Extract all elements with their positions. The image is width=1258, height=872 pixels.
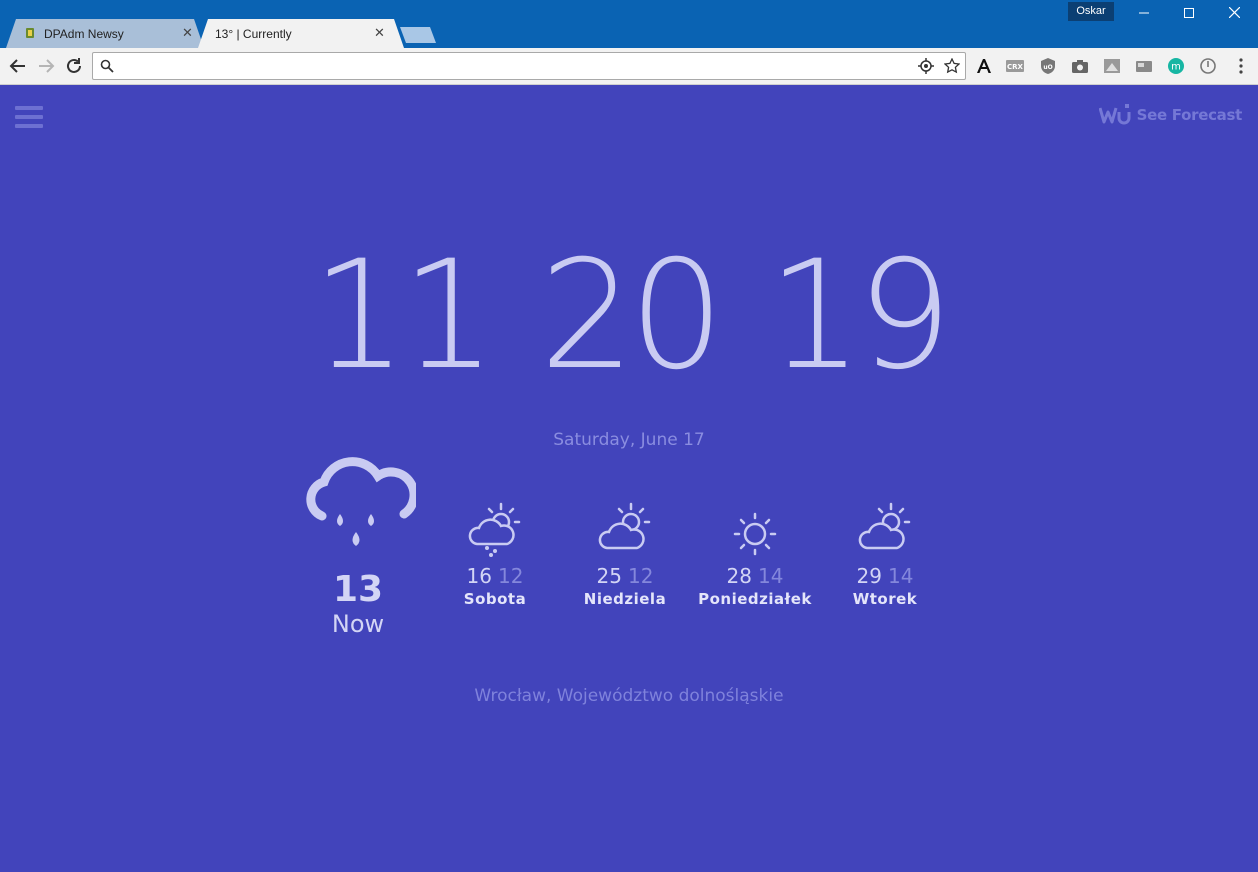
tab-currently[interactable]: 13° | Currently ✕ [198, 19, 404, 48]
forecast-day: 16 12 Sobota [430, 498, 560, 608]
forecast-high: 29 [856, 564, 882, 588]
profile-button[interactable]: Oskar [1068, 2, 1114, 21]
tab-close-icon[interactable]: ✕ [374, 25, 385, 41]
maximize-icon[interactable] [1174, 4, 1204, 24]
current-label: Now [331, 610, 385, 638]
forecast-temps: 28 14 [690, 564, 820, 588]
search-icon [100, 59, 114, 73]
tab-close-icon[interactable]: ✕ [182, 25, 193, 41]
tab-title: 13° | Currently [215, 27, 292, 41]
back-arrow-icon[interactable] [6, 54, 30, 78]
menu-line [15, 106, 43, 110]
forecast-temps: 25 12 [560, 564, 690, 588]
forecast-high: 16 [466, 564, 492, 588]
clock-seconds: 19 [767, 229, 953, 403]
font-a-icon[interactable] [975, 57, 993, 75]
forecast-day-name: Niedziela [583, 590, 667, 608]
m-icon[interactable]: m [1167, 57, 1185, 75]
wu-logo-icon [1098, 104, 1131, 125]
card-icon[interactable] [1135, 57, 1153, 75]
current-weather: 13 Now [296, 456, 420, 638]
power-icon[interactable] [1199, 57, 1217, 75]
rain-cloud-icon [306, 457, 416, 546]
new-tab-button[interactable] [400, 27, 436, 43]
menu-line [15, 115, 43, 119]
forecast-day-name: Poniedziałek [698, 590, 812, 608]
svg-text:uO: uO [1043, 64, 1052, 71]
minimize-icon[interactable] [1129, 4, 1159, 24]
browser-titlebar: DPAdm Newsy ✕ 13° | Currently ✕ Oskar [0, 0, 1258, 48]
forecast-high: 25 [596, 564, 622, 588]
browser-toolbar: CRX uO m [0, 48, 1258, 85]
menu-dots-icon[interactable] [1232, 57, 1250, 75]
forecast-day: 29 14 Wtorek [820, 498, 950, 608]
svg-text:CRX: CRX [1007, 63, 1024, 71]
clock: 11 20 19 [0, 236, 1258, 396]
favicon-icon [26, 28, 34, 38]
bookmark-star-icon[interactable] [944, 58, 960, 74]
current-temp: 13 [332, 569, 384, 610]
maximize-glyph [1184, 8, 1194, 18]
forecast-high: 28 [726, 564, 752, 588]
currently-new-tab-page: See Forecast 11 20 19 Saturday, June 17 … [0, 86, 1258, 872]
location-target-icon[interactable] [918, 58, 934, 74]
forecast-temps: 16 12 [430, 564, 560, 588]
address-bar[interactable] [92, 52, 966, 80]
location-label: Wrocław, Województwo dolnośląskie [474, 686, 784, 706]
svg-text:m: m [1171, 62, 1181, 73]
close-glyph [1228, 6, 1240, 19]
forecast-day: 25 12 Niedziela [560, 498, 690, 608]
current-date: Saturday, June 17 [553, 430, 705, 450]
forecast-low: 12 [498, 564, 524, 588]
partly-cloudy-rain-icon [468, 502, 521, 557]
sun-icon [733, 512, 777, 556]
new-tab-shape [400, 27, 436, 43]
forecast-day: 28 14 Poniedziałek [690, 498, 820, 608]
screenshot-icon[interactable] [1103, 57, 1121, 75]
forecast-day-name: Sobota [463, 590, 527, 608]
forward-arrow-icon[interactable] [34, 54, 58, 78]
clock-minutes: 20 [539, 229, 725, 403]
ublock-icon[interactable]: uO [1039, 57, 1057, 75]
address-input[interactable] [121, 56, 901, 76]
hamburger-icon[interactable] [15, 106, 43, 128]
see-forecast-link[interactable]: See Forecast [1098, 104, 1243, 128]
tab-title: DPAdm Newsy [44, 27, 124, 41]
partly-cloudy-icon [858, 502, 911, 550]
clock-hours: 11 [311, 229, 497, 403]
tab-dpadm-newsy[interactable]: DPAdm Newsy ✕ [6, 19, 204, 48]
camera-icon[interactable] [1071, 57, 1089, 75]
forecast-low: 14 [888, 564, 914, 588]
see-forecast-label: See Forecast [1136, 106, 1243, 124]
partly-cloudy-icon [598, 502, 651, 550]
reload-icon[interactable] [62, 54, 86, 78]
forecast-low: 14 [758, 564, 784, 588]
forecast-temps: 29 14 [820, 564, 950, 588]
minimize-glyph [1139, 12, 1149, 14]
forecast-day-name: Wtorek [852, 590, 918, 608]
menu-line [15, 124, 43, 128]
crx-icon[interactable]: CRX [1006, 57, 1024, 75]
close-window-icon[interactable] [1219, 4, 1249, 24]
forecast-low: 12 [628, 564, 654, 588]
